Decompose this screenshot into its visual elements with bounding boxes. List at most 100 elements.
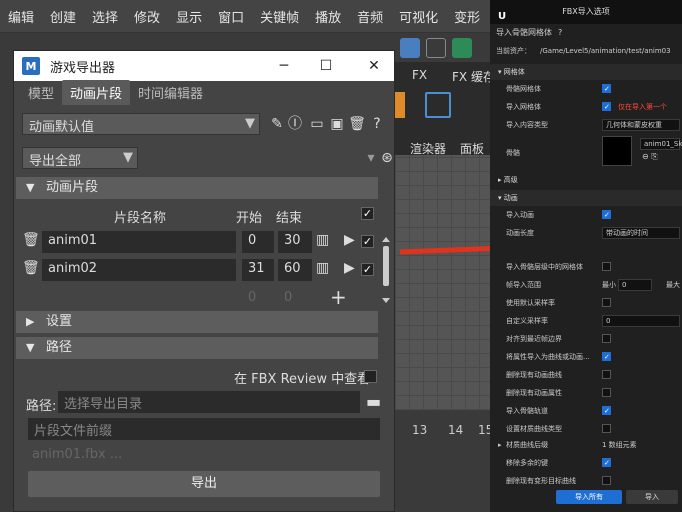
save-preset-icon[interactable]: ✎ [268,115,286,133]
section-title: 网格体 [503,68,525,76]
timeline-tick: 14 [448,423,464,437]
preset-dropdown[interactable]: 动画默认值 ▼ [22,113,260,135]
mesh-section-header[interactable]: ▾ 网格体 [490,64,682,80]
row-label: 导入骨骼轨道 [506,407,548,415]
timeline[interactable] [395,410,490,512]
render-icon[interactable] [395,92,405,118]
anim-section-header[interactable]: ▾ 动画 [490,190,682,206]
checkbox[interactable] [602,348,611,366]
anim-length-dropdown[interactable]: 带动画的时间 [602,227,680,239]
skeleton-thumbnail[interactable] [602,136,632,166]
trash-icon[interactable]: 🗑 [22,260,40,276]
help-icon[interactable]: ? [558,24,562,42]
checkbox[interactable] [602,98,611,116]
tab-fx[interactable]: FX [412,68,427,82]
close-icon[interactable]: ✕ [364,56,384,76]
checkbox[interactable] [602,424,611,433]
skeleton-dropdown[interactable]: anim01_Ske [640,138,682,150]
tab-fx-cache[interactable]: FX 缓存 [452,68,495,85]
tab-anim-clips[interactable]: 动画片段 [62,80,131,105]
export-mode-dropdown[interactable]: 导出全部 ▼ [22,147,138,169]
add-clip-icon[interactable]: + [330,285,347,309]
globe-icon[interactable]: ⊛ [378,149,396,167]
tab-model[interactable]: 模型 [20,80,62,105]
fbx-row-skeletal-mesh: 骨骼网格体 [490,80,682,98]
browse-icon[interactable]: ⊖ ⎘ [642,152,658,162]
clips-section-header[interactable]: ▼ 动画片段 [16,177,378,199]
shelf-icon[interactable] [426,38,446,58]
checkbox[interactable] [602,206,611,224]
path-input[interactable]: 选择导出目录 [58,391,360,413]
clips-scrollbar[interactable] [380,236,390,306]
menu-key[interactable]: 关键帧 [252,7,307,26]
clip-checkbox[interactable]: ✓ [361,263,374,276]
clip-end-field[interactable]: 30 [278,231,312,253]
menu-deform[interactable]: 变形 [446,7,488,26]
row-label: 删除现有变形目标曲线 [506,477,576,485]
delete-icon[interactable]: 🗑 [348,115,366,133]
maya-viewport[interactable] [395,155,490,410]
maximize-icon[interactable]: ☐ [316,56,336,76]
magnet-icon[interactable] [452,38,472,58]
menu-window[interactable]: 窗口 [210,7,252,26]
fbx-row: 对齐到最近帧边界 [490,330,682,348]
checkbox[interactable] [602,298,611,307]
shelf-icon[interactable] [400,38,420,58]
film-icon[interactable]: ▥ [316,260,329,276]
clip-name-field[interactable]: anim01 [42,231,236,253]
film-icon[interactable]: ▥ [316,232,329,248]
info-icon[interactable]: Ⓘ [286,115,304,133]
checkbox[interactable] [602,334,611,343]
array-count: 1 数组元素 [602,441,637,449]
clip-start-field[interactable]: 0 [242,231,274,253]
trash-icon[interactable]: 🗑 [22,232,40,248]
empty-end: 0 [284,290,293,305]
tab-time-editor[interactable]: 时间编辑器 [130,80,211,105]
checkbox[interactable] [602,476,611,485]
menu-visualize[interactable]: 可视化 [391,7,446,26]
import-button[interactable]: 导入 [626,490,678,504]
advanced-section-header[interactable]: ▸ 高级 [490,172,682,188]
row-label: 将属性导入为曲线或动画... [506,353,590,361]
import-all-button[interactable]: 导入所有 [556,490,622,504]
path-section-header[interactable]: ▼ 路径 [16,337,378,359]
checkbox[interactable] [602,262,611,271]
clip-checkbox[interactable]: ✓ [361,235,374,248]
folder-icon[interactable]: ▬ [366,392,381,411]
menu-display[interactable]: 显示 [168,7,210,26]
clip-end-field[interactable]: 60 [278,259,312,281]
checkbox[interactable] [602,80,611,98]
settings-section-header[interactable]: ▶ 设置 [16,311,378,333]
clip-name-field[interactable]: anim02 [42,259,236,281]
exporter-titlebar[interactable]: M 游戏导出器 ─ ☐ ✕ [14,51,394,81]
clip-start-field[interactable]: 31 [242,259,274,281]
play-icon[interactable]: ▶ [344,260,355,276]
current-asset-row: 当前资产： /Game/Level5/animation/test/anim03 [490,42,682,60]
minimize-icon[interactable]: ─ [274,56,294,76]
select-all-checkbox[interactable]: ✓ [361,207,374,220]
fbx-review-checkbox[interactable] [364,370,377,383]
grid-icon[interactable] [425,92,451,118]
fbx-titlebar: U FBX导入选项 [490,0,682,24]
sample-rate-input[interactable]: 0 [602,315,680,327]
min-input[interactable]: 0 [618,279,652,291]
play-icon[interactable]: ▶ [344,232,355,248]
checkbox[interactable] [602,402,611,420]
fbx-subtitle: 导入骨骼网格体 ? [490,24,682,42]
folder-icon[interactable]: ▭ [308,115,326,133]
menu-edit[interactable]: 编辑 [0,7,42,26]
disk-icon[interactable]: ▣ [328,115,346,133]
checkbox[interactable] [602,370,611,379]
prefix-input[interactable]: 片段文件前缀 [28,418,380,440]
menu-modify[interactable]: 修改 [126,7,168,26]
help-icon[interactable]: ? [368,115,386,133]
export-button[interactable]: 导出 [28,471,380,497]
checkbox[interactable] [602,388,611,397]
menu-audio[interactable]: 音频 [349,7,391,26]
content-type-dropdown[interactable]: 几何体和蒙皮权重 [602,119,680,131]
menu-create[interactable]: 创建 [42,7,84,26]
menu-playback[interactable]: 播放 [307,7,349,26]
checkbox[interactable] [602,454,611,472]
expand-triangle-icon[interactable]: ▸ [498,436,502,454]
menu-select[interactable]: 选择 [84,7,126,26]
